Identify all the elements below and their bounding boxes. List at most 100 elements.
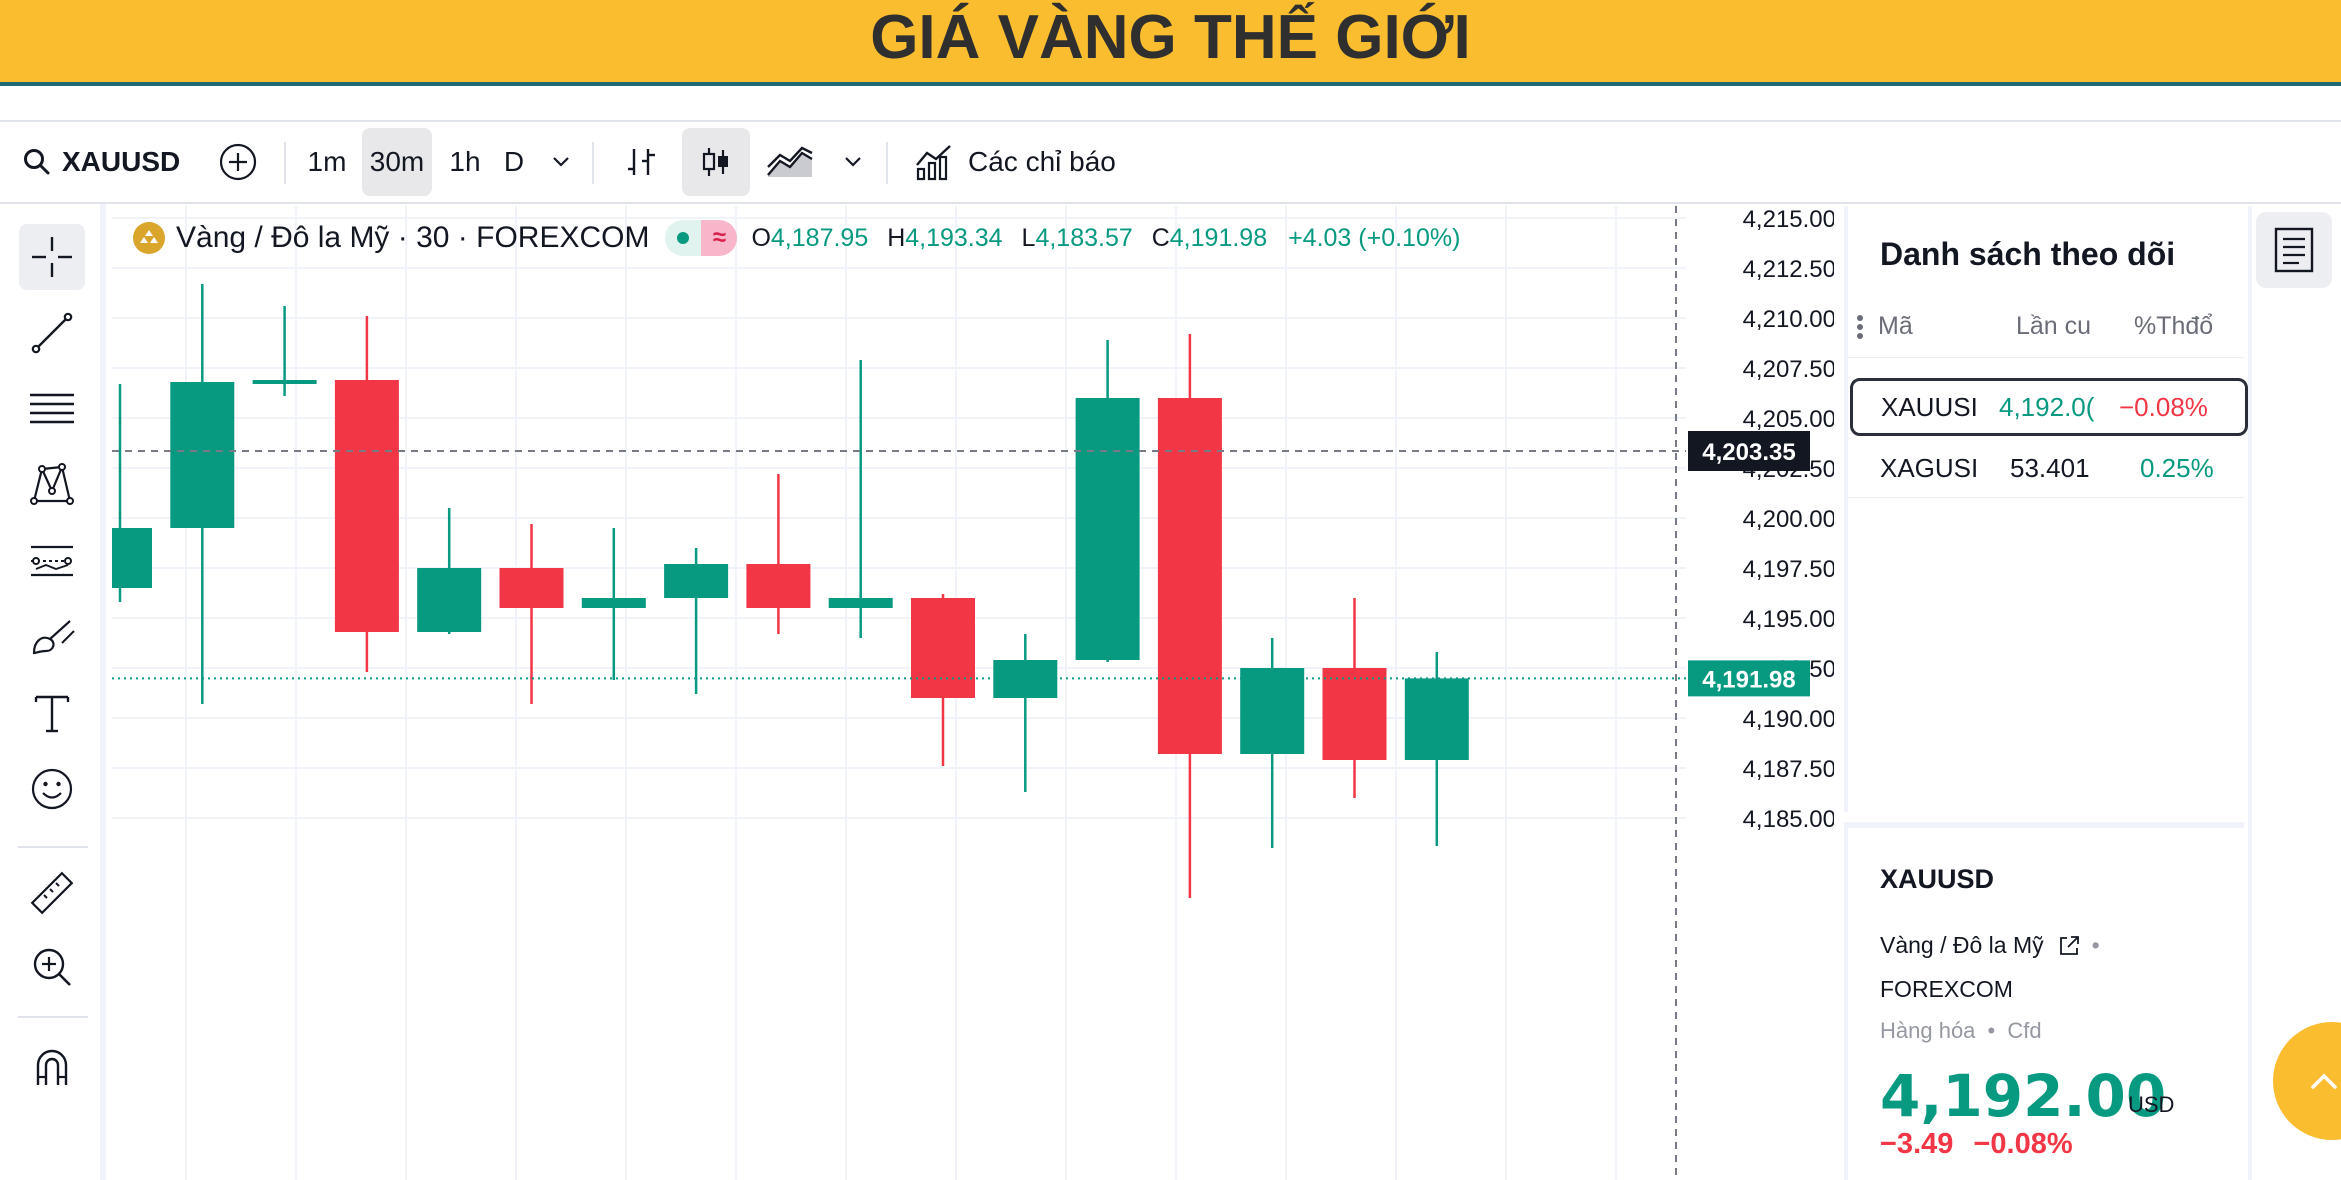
details-type-row: Hàng hóa • Cfd bbox=[1880, 1018, 2042, 1044]
row-symbol: XAGUSI bbox=[1880, 453, 1979, 483]
details-symbol[interactable]: XAUUSD bbox=[1880, 864, 1994, 895]
high-label: H bbox=[887, 223, 906, 252]
indicators-label: Các chỉ báo bbox=[968, 146, 1116, 177]
y-tick-label: 4,200.00 bbox=[1743, 506, 1834, 533]
pattern-tool[interactable] bbox=[19, 452, 85, 518]
candle-body bbox=[828, 598, 893, 608]
toolbar-divider bbox=[592, 142, 594, 184]
toolbar-divider bbox=[284, 142, 286, 184]
y-tick-label: 4,205.00 bbox=[1743, 406, 1834, 433]
candle-body bbox=[664, 564, 729, 598]
column-symbol[interactable]: Mã bbox=[1878, 296, 1988, 357]
candle-body bbox=[1404, 678, 1469, 760]
details-price: 4,192.00 bbox=[1880, 1062, 2167, 1130]
separator-dot: • bbox=[2091, 932, 2100, 958]
details-change-row: −3.49 −0.08% bbox=[1880, 1128, 2073, 1161]
watchlist-panel: Danh sách theo dõi Mã Lần cu %Thđổ XAUUS… bbox=[1844, 206, 2248, 812]
ohlc-bars-icon bbox=[628, 149, 655, 175]
details-change-pct: −0.08% bbox=[1973, 1128, 2073, 1160]
candle-body bbox=[1075, 398, 1140, 660]
details-change: −3.49 bbox=[1880, 1128, 1954, 1160]
y-tick-label: 4,207.50 bbox=[1743, 356, 1834, 383]
row-change-pct: −0.08% bbox=[2119, 391, 2208, 422]
candle-body bbox=[417, 568, 482, 632]
chart-legend: Vàng / Đô la Mỹ · 30 · FOREXCOM ≈ O4,187… bbox=[132, 220, 1460, 256]
chart-type-dropdown-button[interactable] bbox=[838, 122, 868, 202]
magnet-icon bbox=[36, 1049, 68, 1085]
interval-1h-button[interactable]: 1h bbox=[442, 122, 488, 202]
watchlist-toggle-button[interactable] bbox=[2256, 212, 2332, 288]
legend-change: +4.03 (+0.10%) bbox=[1288, 223, 1461, 252]
banner-title: GIÁ VÀNG THẾ GIỚI bbox=[870, 3, 1471, 72]
gold-logo-icon bbox=[133, 222, 165, 254]
separator-dot: • bbox=[1987, 1018, 1996, 1043]
pattern-icon bbox=[30, 463, 74, 505]
column-last[interactable]: Lần cu bbox=[2016, 296, 2094, 357]
details-name[interactable]: Vàng / Đô la Mỹ bbox=[1880, 932, 2044, 959]
column-menu-icon[interactable] bbox=[1856, 296, 1874, 357]
horizontal-lines-icon bbox=[30, 393, 74, 424]
details-subtype: Cfd bbox=[2007, 1018, 2042, 1043]
emoji-tool[interactable] bbox=[19, 756, 85, 822]
row-change-pct: 0.25% bbox=[2140, 453, 2214, 483]
bar-chart-type-button[interactable] bbox=[620, 122, 664, 202]
candle-chart-type-button[interactable] bbox=[682, 128, 750, 196]
candle-body bbox=[252, 380, 317, 384]
fib-tool[interactable] bbox=[19, 376, 85, 442]
chart-canvas[interactable]: 4,215.00 4,212.50 4,210.00 4,207.50 4,205.00… bbox=[112, 206, 1834, 1180]
area-chart-type-button[interactable] bbox=[764, 122, 816, 202]
watchlist-row[interactable]: XAUUSI 4,192.0( −0.08% bbox=[1850, 378, 2248, 436]
legend-ohlc: O4,187.95 H4,193.34 L4,183.57 C4,191.98 … bbox=[751, 224, 1460, 253]
magnet-tool[interactable] bbox=[19, 1034, 85, 1100]
trendline-tool[interactable] bbox=[19, 300, 85, 366]
crosshair-tool[interactable] bbox=[19, 224, 85, 290]
text-tool[interactable] bbox=[19, 680, 85, 746]
chevron-down-icon bbox=[845, 157, 861, 167]
zoom-tool[interactable] bbox=[19, 934, 85, 1000]
symbol-search-button[interactable]: XAUUSD bbox=[22, 122, 180, 202]
y-tick-label: 4,187.50 bbox=[1743, 756, 1834, 783]
price-chart[interactable]: 4,215.00 4,212.50 4,210.00 4,207.50 4,205.00… bbox=[112, 206, 1834, 1180]
legend-symbol-name: Vàng / Đô la Mỹ · 30 · FOREXCOM bbox=[176, 221, 650, 254]
y-tick-label: 4,210.00 bbox=[1743, 306, 1834, 333]
interval-30m-button[interactable]: 30m bbox=[362, 128, 432, 196]
column-change-pct[interactable]: %Thđổ bbox=[2134, 296, 2218, 357]
interval-1m-button[interactable]: 1m bbox=[302, 122, 352, 202]
interval-dropdown-button[interactable] bbox=[546, 122, 576, 202]
watchlist-title: Danh sách theo dõi bbox=[1880, 236, 2176, 272]
details-name-row: Vàng / Đô la Mỹ • bbox=[1880, 932, 2100, 959]
brush-tool[interactable] bbox=[19, 604, 85, 670]
toolbar-divider bbox=[886, 142, 888, 184]
chevron-up-icon bbox=[2311, 1073, 2337, 1089]
interval-d-button[interactable]: D bbox=[498, 122, 530, 202]
row-symbol: XAUUSI bbox=[1881, 391, 1978, 422]
measure-tool[interactable] bbox=[19, 860, 85, 926]
low-value: 4,183.57 bbox=[1035, 223, 1133, 252]
crosshair-icon bbox=[32, 237, 72, 277]
forecast-tool[interactable] bbox=[19, 528, 85, 594]
watchlist-row[interactable]: XAGUSI 53.401 0.25% bbox=[1848, 440, 2244, 498]
candle-body bbox=[746, 564, 811, 608]
compare-add-button[interactable] bbox=[216, 122, 260, 202]
y-tick-label: 4,197.50 bbox=[1743, 556, 1834, 583]
candle-body bbox=[112, 528, 152, 588]
details-exchange: FOREXCOM bbox=[1880, 976, 2013, 1002]
indicators-button[interactable]: Các chỉ báo bbox=[914, 122, 1116, 202]
symbol-label: XAUUSD bbox=[62, 146, 181, 177]
external-link-icon[interactable] bbox=[2056, 933, 2082, 959]
y-tick-label: 4,195.00 bbox=[1743, 606, 1834, 633]
row-last: 4,192.0( bbox=[1999, 391, 2095, 422]
smiley-icon bbox=[31, 768, 73, 810]
close-label: C bbox=[1151, 223, 1170, 252]
watchlist-header: Mã Lần cu %Thđổ bbox=[1848, 296, 2244, 358]
last-price-label: 4,191.98 bbox=[1702, 666, 1795, 693]
approx-icon: ≈ bbox=[701, 220, 738, 256]
market-status-pill[interactable]: ≈ bbox=[665, 220, 738, 256]
ruler-icon bbox=[30, 871, 74, 915]
zoom-in-icon bbox=[33, 948, 71, 986]
crosshair-price-label: 4,203.35 bbox=[1702, 439, 1795, 466]
tool-divider bbox=[18, 1016, 88, 1018]
y-tick-label: 4,215.00 bbox=[1743, 206, 1834, 233]
drawing-toolbar bbox=[0, 204, 106, 1180]
chevron-down-icon bbox=[553, 157, 569, 167]
